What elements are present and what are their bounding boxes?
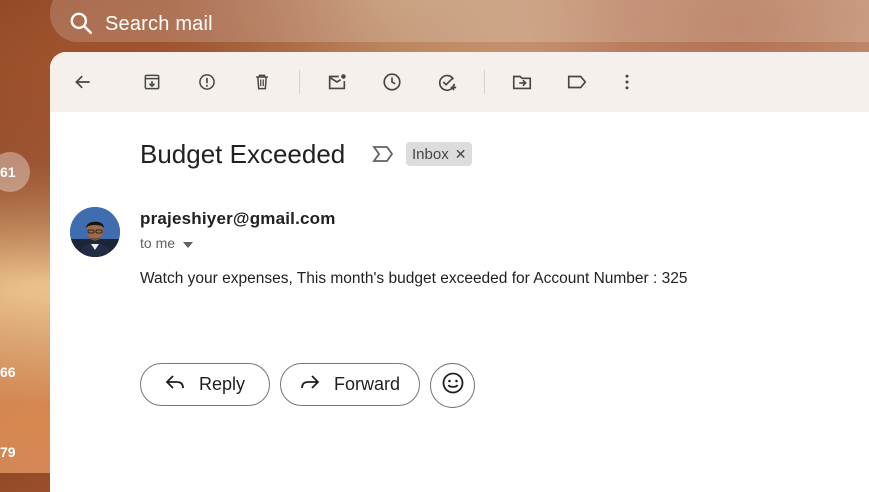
more-options-icon[interactable] xyxy=(612,67,642,97)
reply-label: Reply xyxy=(198,374,246,394)
emoji-reaction-button[interactable] xyxy=(430,363,475,408)
message-panel: Budget Exceeded Inbox ✕ prajeshiyer@gmai… xyxy=(50,52,869,492)
forward-icon xyxy=(300,374,320,395)
back-icon[interactable] xyxy=(68,67,98,97)
smiley-icon xyxy=(441,371,465,400)
reply-icon xyxy=(165,374,185,395)
report-spam-icon[interactable] xyxy=(192,67,222,97)
sidebar-count: 66 xyxy=(0,364,16,380)
search-placeholder: Search mail xyxy=(105,13,213,35)
label-icon[interactable] xyxy=(562,67,592,97)
sidebar-count: 61 xyxy=(0,164,16,180)
recipient-text: to me xyxy=(140,235,176,251)
mark-unread-icon[interactable] xyxy=(322,67,352,97)
reply-button[interactable]: Reply xyxy=(140,363,270,406)
label-text: Inbox xyxy=(412,145,449,163)
toolbar-divider xyxy=(484,70,485,94)
message-toolbar xyxy=(50,52,869,112)
importance-marker-icon[interactable] xyxy=(372,145,394,168)
avatar[interactable] xyxy=(70,207,120,257)
email-body: Watch your expenses, This month's budget… xyxy=(140,270,688,287)
chevron-down-icon[interactable] xyxy=(183,235,194,251)
snooze-icon[interactable] xyxy=(377,67,407,97)
inbox-label-chip: Inbox ✕ xyxy=(406,142,473,166)
forward-button[interactable]: Forward xyxy=(280,363,420,406)
email-subject: Budget Exceeded xyxy=(140,139,346,169)
sender-email[interactable]: prajeshiyer@gmail.com xyxy=(140,209,336,229)
forward-label: Forward xyxy=(333,374,400,394)
move-to-icon[interactable] xyxy=(507,67,537,97)
search-bar[interactable]: Search mail xyxy=(50,0,869,42)
recipient-details[interactable]: to me xyxy=(140,235,194,251)
search-icon[interactable] xyxy=(68,10,94,36)
sidebar-count: 79 xyxy=(0,444,16,460)
add-task-icon[interactable] xyxy=(432,67,462,97)
delete-icon[interactable] xyxy=(247,67,277,97)
remove-label-icon[interactable]: ✕ xyxy=(455,146,467,163)
archive-icon[interactable] xyxy=(137,67,167,97)
toolbar-divider xyxy=(299,70,300,94)
